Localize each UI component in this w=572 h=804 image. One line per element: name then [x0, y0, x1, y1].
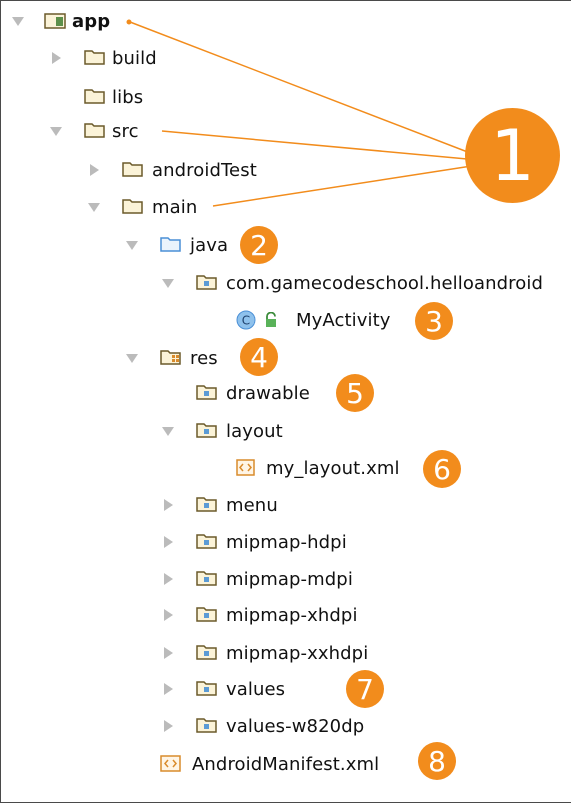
tree-label-libs: libs	[112, 86, 144, 108]
tree-item-mipmap-mdpi[interactable]: mipmap-mdpi	[0, 564, 400, 594]
collapse-arrow-icon[interactable]	[162, 427, 174, 436]
callout-6-number: 6	[433, 452, 451, 486]
xml-file-icon	[160, 755, 182, 773]
callout-4: 4	[240, 338, 278, 376]
tree-label-myactivity: MyActivity	[296, 309, 391, 331]
tree-item-menu[interactable]: menu	[0, 490, 400, 520]
class-icon: C	[236, 310, 256, 330]
tree-label-menu: menu	[226, 494, 278, 516]
tree-label-app: app	[72, 10, 111, 32]
callout-4-number: 4	[250, 340, 268, 374]
package-folder-icon	[196, 569, 218, 587]
xml-file-icon	[236, 459, 256, 477]
tree-label-mipmap-xxhdpi: mipmap-xxhdpi	[226, 642, 369, 664]
collapse-arrow-icon[interactable]	[126, 241, 138, 250]
tree-label-java: java	[190, 234, 229, 256]
expand-arrow-icon[interactable]	[52, 52, 61, 64]
expand-arrow-icon[interactable]	[90, 164, 99, 176]
package-folder-icon	[196, 716, 218, 734]
expand-arrow-icon[interactable]	[164, 647, 173, 659]
tree-item-androidmanifest[interactable]: AndroidManifest.xml	[0, 749, 420, 779]
expand-arrow-icon[interactable]	[164, 720, 173, 732]
tree-label-drawable: drawable	[226, 382, 310, 404]
tree-label-my-layout-xml: my_layout.xml	[266, 457, 400, 479]
tree-label-mipmap-xhdpi: mipmap-xhdpi	[226, 604, 358, 626]
callout-5-number: 5	[346, 376, 364, 410]
package-folder-icon	[196, 679, 218, 697]
collapse-arrow-icon[interactable]	[162, 279, 174, 288]
callout-5: 5	[336, 374, 374, 412]
callout-8: 8	[418, 742, 456, 780]
tree-item-myactivity[interactable]: C MyActivity	[0, 305, 420, 335]
package-folder-icon	[196, 421, 218, 439]
expand-arrow-icon[interactable]	[164, 609, 173, 621]
tree-label-main: main	[152, 196, 198, 218]
source-folder-icon	[160, 235, 182, 253]
callout-7-number: 7	[356, 672, 374, 706]
package-folder-icon	[196, 532, 218, 550]
package-folder-icon	[196, 605, 218, 623]
tree-label-package: com.gamecodeschool.helloandroid	[226, 272, 543, 294]
folder-icon	[122, 160, 144, 178]
tree-item-src[interactable]: src	[0, 116, 200, 146]
expand-arrow-icon[interactable]	[164, 536, 173, 548]
tree-label-mipmap-mdpi: mipmap-mdpi	[226, 568, 353, 590]
tree-label-values: values	[226, 678, 286, 700]
folder-icon	[84, 121, 106, 139]
package-folder-icon	[196, 643, 218, 661]
collapse-arrow-icon[interactable]	[126, 354, 138, 363]
resource-folder-icon	[160, 348, 184, 366]
callout-8-number: 8	[428, 744, 446, 778]
collapse-arrow-icon[interactable]	[88, 203, 100, 212]
lock-icon	[264, 312, 278, 328]
folder-icon	[122, 197, 144, 215]
tree-label-layout: layout	[226, 420, 283, 442]
tree-item-mipmap-xhdpi[interactable]: mipmap-xhdpi	[0, 600, 400, 630]
callout-3-number: 3	[425, 304, 443, 338]
package-folder-icon	[196, 383, 218, 401]
callout-1: 1	[465, 108, 560, 203]
tree-item-app[interactable]: app	[0, 6, 140, 36]
callout-3: 3	[415, 302, 453, 340]
package-folder-icon	[196, 273, 218, 291]
tree-label-androidmanifest: AndroidManifest.xml	[192, 753, 380, 775]
package-folder-icon	[196, 495, 218, 513]
collapse-arrow-icon[interactable]	[50, 127, 62, 136]
tree-label-values-w820dp: values-w820dp	[226, 715, 365, 737]
tree-item-layout[interactable]: layout	[0, 416, 400, 446]
callout-1-number: 1	[490, 114, 535, 197]
tree-label-androidtest: androidTest	[152, 159, 257, 181]
tree-label-res: res	[190, 347, 218, 369]
tree-item-libs[interactable]: libs	[0, 82, 200, 112]
folder-icon	[84, 48, 106, 66]
tree-item-androidtest[interactable]: androidTest	[0, 155, 300, 185]
tree-item-my-layout-xml[interactable]: my_layout.xml	[0, 453, 420, 483]
tree-label-mipmap-hdpi: mipmap-hdpi	[226, 531, 347, 553]
callout-6: 6	[423, 450, 461, 488]
tree-label-build: build	[112, 47, 157, 69]
tree-item-package[interactable]: com.gamecodeschool.helloandroid	[0, 268, 572, 298]
callout-2: 2	[240, 226, 278, 264]
tree-item-values-w820dp[interactable]: values-w820dp	[0, 711, 400, 741]
callout-2-number: 2	[250, 228, 268, 262]
callout-7: 7	[346, 670, 384, 708]
tree-item-mipmap-hdpi[interactable]: mipmap-hdpi	[0, 527, 400, 557]
tree-label-src: src	[112, 120, 139, 142]
tree-item-build[interactable]: build	[0, 43, 200, 73]
tree-item-values[interactable]: values	[0, 674, 400, 704]
tree-item-mipmap-xxhdpi[interactable]: mipmap-xxhdpi	[0, 638, 400, 668]
expand-arrow-icon[interactable]	[164, 499, 173, 511]
collapse-arrow-icon[interactable]	[12, 17, 24, 26]
class-icon-letter: C	[242, 314, 250, 328]
tree-item-main[interactable]: main	[0, 192, 300, 222]
expand-arrow-icon[interactable]	[164, 573, 173, 585]
folder-icon	[84, 87, 106, 105]
expand-arrow-icon[interactable]	[164, 683, 173, 695]
module-folder-icon	[44, 12, 68, 30]
